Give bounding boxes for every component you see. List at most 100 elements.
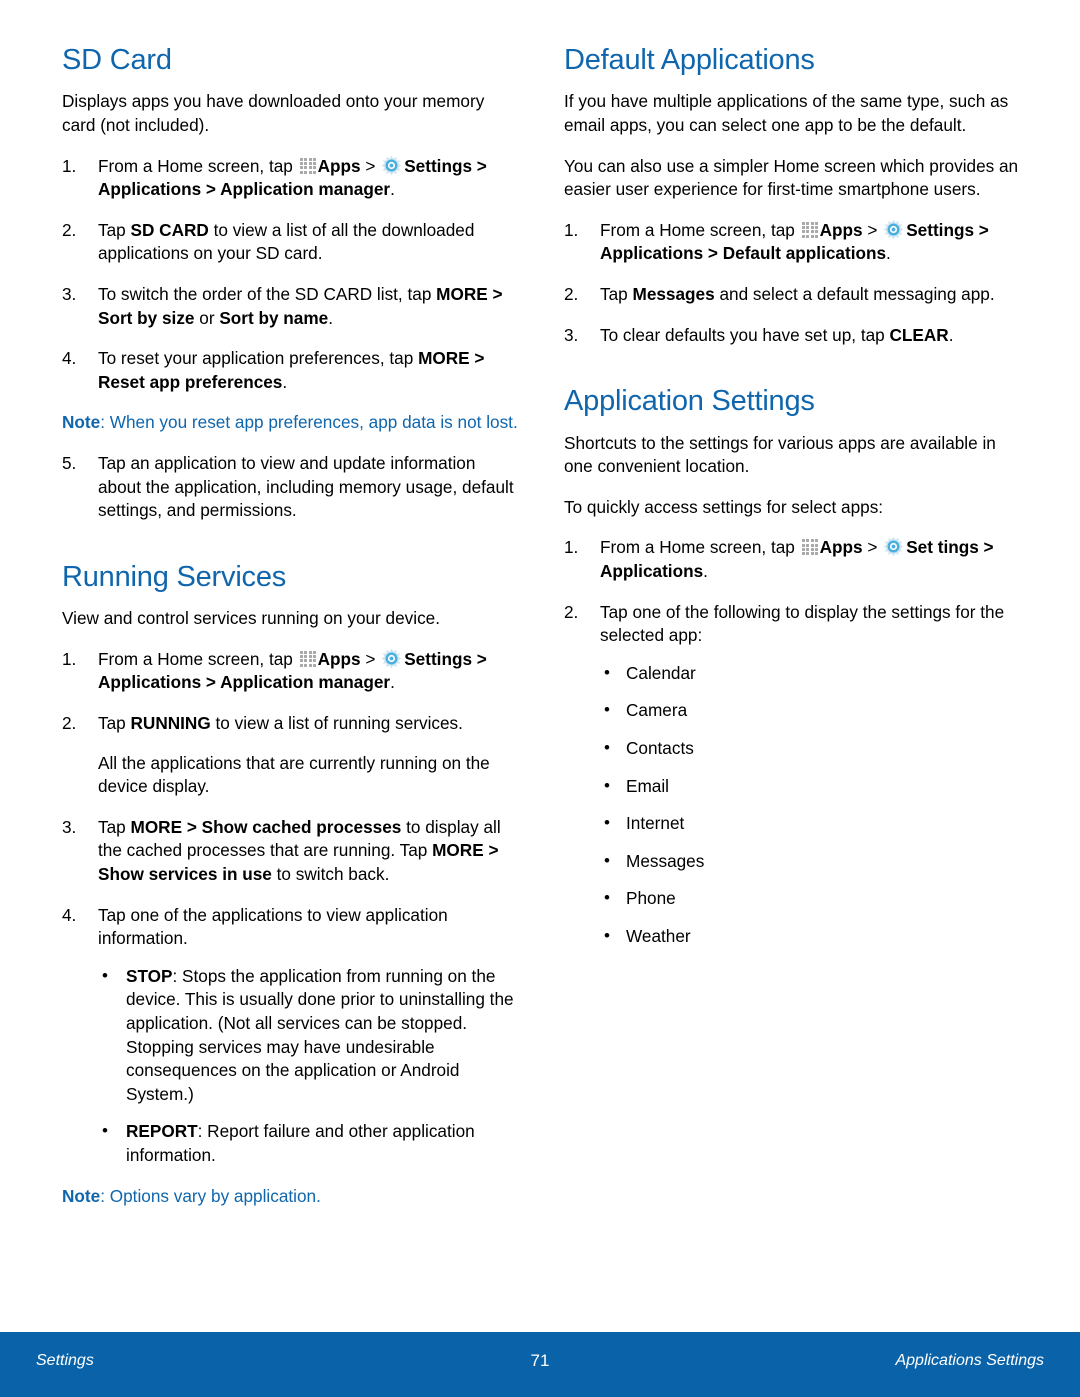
plain-text: . [948, 324, 954, 345]
step-text: Tap one of the following to display the … [600, 602, 1004, 646]
gear-icon [381, 648, 402, 669]
step-text: From a Home screen, tap Apps > Settings … [600, 219, 989, 264]
application-settings-intro-2: To quickly access settings for select ap… [564, 496, 884, 517]
list-item: 5. Tap an application to view and update… [62, 452, 518, 523]
emphasized-text: Apps [317, 648, 361, 669]
note-label: Note [62, 412, 101, 433]
step-number: 3. [564, 324, 579, 345]
option-label-report: REPORT [126, 1121, 198, 1142]
list-item: Camera [600, 698, 1020, 723]
footer-subsection-label: Applications Settings [895, 1352, 1044, 1369]
plain-text: > [862, 537, 883, 558]
plain-text: Tap [98, 816, 131, 837]
plain-text: . [703, 561, 708, 582]
step-text: Tap an application to view and update in… [98, 453, 514, 521]
plain-text: > [360, 155, 381, 176]
plain-text: . [282, 371, 288, 392]
emphasized-text: Apps [317, 155, 361, 176]
page-title-sd-card: SD Card [62, 44, 172, 76]
emphasized-text: CLEAR [889, 324, 949, 345]
plain-text: To switch the order of the SD CARD list,… [98, 284, 437, 305]
emphasized-text: MORE [436, 284, 488, 305]
page-title-default-applications: Default Applications [564, 44, 815, 76]
list-item: 1. From a Home screen, tap Apps > Settin… [62, 155, 518, 202]
gear-icon [883, 219, 904, 240]
step-number: 3. [62, 284, 77, 305]
page-footer: Settings 71 Applications Settings [0, 1332, 1080, 1397]
plain-text: and select a default messaging app. [714, 284, 995, 305]
plain-text: > [360, 648, 381, 669]
emphasized-text: MORE [130, 816, 183, 837]
step-number: 4. [62, 904, 77, 925]
list-item: Messages [600, 849, 1020, 874]
list-item: Calendar [600, 661, 1020, 686]
gear-icon [381, 155, 402, 176]
apps-grid-icon [299, 650, 318, 667]
plain-text: > [862, 219, 883, 240]
emphasized-text: SD CARD [130, 219, 209, 240]
plain-text: . [390, 672, 395, 693]
application-settings-steps: 1. From a Home screen, tap Apps > Set ti… [564, 536, 1020, 948]
step-number: 2. [564, 284, 579, 305]
gear-icon [883, 536, 904, 557]
plain-text: Tap one of the applications to view appl… [98, 904, 448, 949]
emphasized-text: > [487, 284, 503, 305]
list-item: 1. From a Home screen, tap Apps > Set ti… [564, 536, 1020, 583]
emphasized-text: > [469, 348, 485, 369]
emphasized-text: Reset app preferences [98, 371, 283, 392]
default-applications-intro-2: You can also use a simpler Home screen w… [564, 155, 1019, 200]
step-number: 1. [564, 537, 579, 558]
list-item: Contacts [600, 736, 1020, 761]
note-reset-app-preferences: Note: When you reset app preferences, ap… [62, 411, 518, 435]
default-applications-steps: 1. From a Home screen, tap Apps > Settin… [564, 219, 1020, 347]
emphasized-text: > [483, 840, 499, 861]
sd-card-intro: Displays apps you have downloaded onto y… [62, 91, 485, 136]
step-number: 3. [62, 816, 77, 837]
apps-grid-icon [801, 221, 820, 238]
plain-text: From a Home screen, tap [600, 537, 800, 558]
sd-card-steps-continued: 5. Tap an application to view and update… [62, 452, 518, 523]
plain-text: Tap [98, 713, 131, 734]
list-item: STOP: Stops the application from running… [98, 964, 518, 1107]
emphasized-text: RUNNING [130, 713, 211, 734]
plain-text: Tap one of the following to display the … [600, 601, 1005, 646]
step-number: 1. [564, 219, 579, 240]
default-applications-intro-1: If you have multiple applications of the… [564, 91, 1009, 136]
running-services-options: STOP: Stops the application from running… [98, 964, 518, 1168]
plain-text: . [886, 243, 891, 264]
step-number: 2. [62, 219, 77, 240]
step-number: 2. [62, 713, 77, 734]
apps-grid-icon [801, 538, 820, 556]
emphasized-text: MORE [432, 840, 484, 861]
list-item: 3. Tap MORE > Show cached processes to d… [62, 816, 518, 887]
emphasized-text: MORE [418, 348, 470, 369]
list-item: Email [600, 774, 1020, 799]
list-item: Weather [600, 924, 1020, 949]
emphasized-text: Sort by size [98, 307, 195, 328]
list-item: 3. To clear defaults you have set up, ta… [564, 324, 1020, 348]
page-title-running-services: Running Services [62, 560, 287, 593]
page-title-application-settings: Application Settings [564, 385, 815, 418]
right-column: Default Applications If you have multipl… [564, 44, 1020, 1294]
list-item: 4. To reset your application preferences… [62, 347, 518, 394]
document-page: SD Card Displays apps you have downloade… [0, 0, 1080, 1397]
list-item: 1. From a Home screen, tap Apps > Settin… [564, 219, 1020, 266]
step-number: 2. [564, 601, 579, 622]
list-item: Internet [600, 811, 1020, 836]
list-item: 2. Tap RUNNING to view a list of running… [62, 712, 518, 799]
emphasized-text: Show cached processes [201, 816, 402, 837]
step-text: From a Home screen, tap Apps > Set tings… [600, 536, 994, 582]
list-item: Phone [600, 886, 1020, 911]
application-settings-intro-1: Shortcuts to the settings for various ap… [564, 432, 996, 477]
plain-text: Tap [600, 284, 633, 305]
option-label-stop: STOP [126, 965, 173, 986]
note-text: : Options vary by application. [100, 1185, 321, 1206]
step-text: Tap Messages and select a default messag… [600, 284, 995, 304]
plain-text: From a Home screen, tap [600, 219, 800, 240]
step-text: To clear defaults you have set up, tap C… [600, 325, 954, 345]
emphasized-text: > [182, 816, 202, 837]
list-item: 2. Tap one of the following to display t… [564, 601, 1020, 949]
note-text: : When you reset app preferences, app da… [100, 412, 518, 433]
step-text: Tap SD CARD to view a list of all the do… [98, 220, 474, 264]
step-subparagraph: All the applications that are currently … [98, 752, 490, 797]
